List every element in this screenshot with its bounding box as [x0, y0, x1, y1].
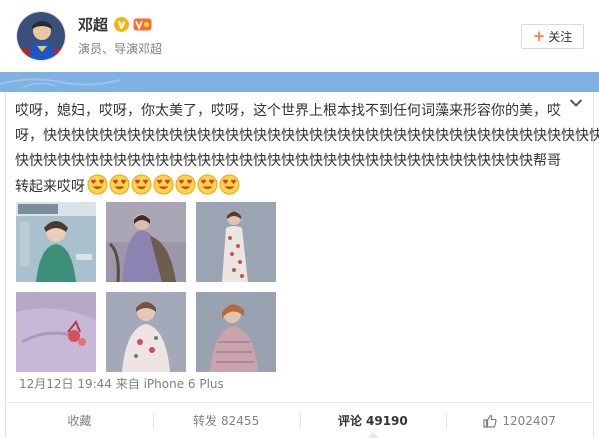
profile-header: 邓超 演员、导演邓超 + 关注	[0, 0, 599, 72]
heart-eyes-emoji-icon	[153, 174, 174, 195]
emoji-row	[87, 174, 241, 195]
post-text: 哎呀，媳妇，哎呀，你太美了，哎呀，这个世界上根本找不到任何词藻来形容你的美，哎 …	[15, 99, 599, 199]
like-button[interactable]: 1202407	[446, 403, 593, 438]
user-description: 演员、导演邓超	[78, 42, 163, 56]
photo-thumbnail-3[interactable]	[196, 202, 276, 282]
heart-eyes-emoji-icon	[219, 174, 240, 195]
repost-count: 82455	[221, 413, 260, 428]
post-timestamp-source: 12月12日 19:44 来自 iPhone 6 Plus	[19, 377, 224, 391]
follow-label: 关注	[548, 30, 573, 44]
heart-eyes-emoji-icon	[109, 174, 130, 195]
post-text-line: 呀，快快快快快快快快快快快快快快快快快快快快快快快快快快快快快快快快快快快快快快…	[15, 128, 599, 144]
photo-thumbnail-4[interactable]	[16, 292, 96, 372]
action-bar: 收藏 转发 82455 评论 49190 1202407	[6, 402, 593, 438]
wave-decoration	[0, 78, 121, 89]
user-name[interactable]: 邓超	[78, 14, 108, 35]
member-level-icon[interactable]	[133, 17, 152, 32]
feed-background-band	[0, 72, 599, 92]
chevron-down-icon[interactable]	[569, 98, 583, 108]
plus-icon: +	[532, 27, 546, 45]
heart-eyes-emoji-icon	[87, 174, 108, 195]
post-text-line-last: 转起来哎呀	[15, 174, 567, 199]
photo-thumbnail-2[interactable]	[106, 202, 186, 282]
active-tab-indicator	[366, 432, 379, 438]
weibo-post-card: 哎呀，媳妇，哎呀，你太美了，哎呀，这个世界上根本找不到任何词藻来形容你的美，哎 …	[5, 92, 599, 438]
avatar[interactable]	[16, 11, 66, 61]
comment-button[interactable]: 评论 49190	[299, 403, 447, 438]
favorite-button[interactable]: 收藏	[6, 403, 153, 438]
photo-thumbnail-6[interactable]	[196, 292, 276, 372]
heart-eyes-emoji-icon	[175, 174, 196, 195]
repost-label: 转发	[193, 414, 218, 428]
name-row: 邓超	[78, 13, 152, 35]
photo-thumbnail-5[interactable]	[106, 292, 186, 372]
photo-thumbnail-1[interactable]	[16, 202, 96, 282]
comment-count: 49190	[366, 413, 408, 428]
favorite-label: 收藏	[67, 414, 92, 428]
thumbs-up-icon	[483, 414, 497, 428]
heart-eyes-emoji-icon	[197, 174, 218, 195]
comment-label: 评论	[337, 414, 362, 428]
repost-button[interactable]: 转发 82455	[152, 403, 300, 438]
post-text-line: 哎呀，媳妇，哎呀，你太美了，哎呀，这个世界上根本找不到任何词藻来形容你的美，哎	[15, 103, 561, 119]
like-count: 1202407	[502, 413, 556, 428]
heart-eyes-emoji-icon	[131, 174, 152, 195]
post-text-tail: 转起来哎呀	[15, 179, 85, 195]
post-text-line: 快快快快快快快快快快快快快快快快快快快快快快快快快快快快快快快快快快快快快帮哥	[15, 153, 561, 169]
verified-badge-icon	[114, 16, 130, 32]
follow-button[interactable]: + 关注	[521, 24, 584, 49]
